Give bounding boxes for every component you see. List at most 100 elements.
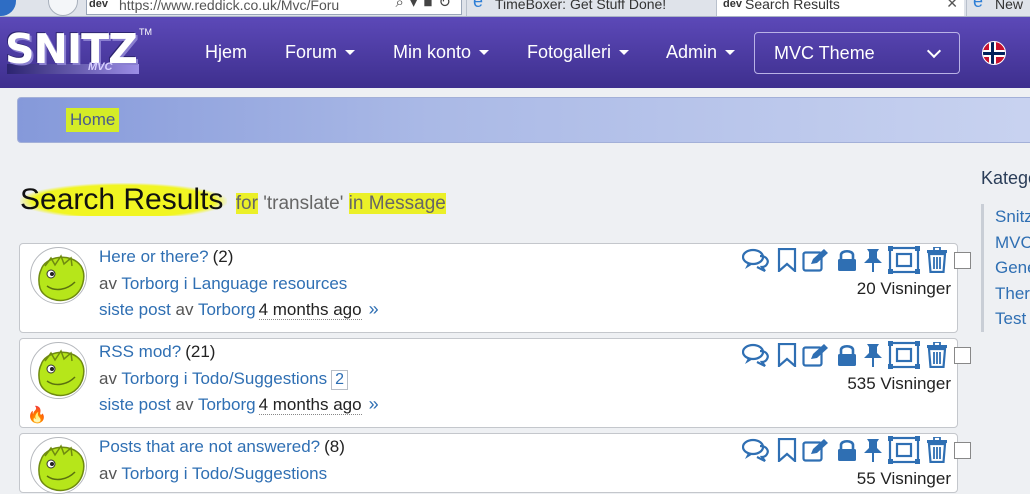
category-item[interactable]: Gene xyxy=(995,255,1030,281)
category-item[interactable]: Test xyxy=(995,306,1030,332)
site-favicon-icon: dev xyxy=(89,0,108,10)
forward-icon[interactable] xyxy=(48,0,78,16)
author-link[interactable]: Torborg xyxy=(121,274,179,293)
topic-actions xyxy=(722,436,971,464)
select-topic-checkbox[interactable] xyxy=(954,252,971,269)
search-term: 'translate' xyxy=(263,193,344,214)
bookmark-icon[interactable] xyxy=(776,342,798,369)
theme-select[interactable]: MVC Theme xyxy=(754,32,960,74)
move-topic-icon[interactable] xyxy=(888,341,920,369)
edit-icon[interactable] xyxy=(802,438,830,462)
lock-icon[interactable] xyxy=(836,343,858,367)
author-link[interactable]: Torborg xyxy=(121,464,179,483)
lock-icon[interactable] xyxy=(836,248,858,272)
page-title: Search Results for 'translate' in Messag… xyxy=(20,183,446,217)
reply-count: (8) xyxy=(324,437,345,456)
edit-icon[interactable] xyxy=(802,343,830,367)
topic-link[interactable]: Here or there? xyxy=(99,247,209,266)
browser-tab-timeboxer[interactable]: e TimeBoxer: Get Stuff Done! xyxy=(466,0,714,16)
close-tab-icon[interactable]: ✕ xyxy=(946,0,958,11)
avatar[interactable] xyxy=(30,342,87,399)
address-text: https://www.reddick.co.uk/Mvc/Foru xyxy=(119,0,340,13)
category-item[interactable]: Ther xyxy=(995,281,1030,307)
last-author-link[interactable]: Torborg xyxy=(198,395,256,414)
goto-last-post-icon[interactable]: » xyxy=(369,299,379,319)
avatar[interactable] xyxy=(30,247,87,304)
nav-forum-label: Forum xyxy=(285,42,338,62)
browser-tab-search-results[interactable]: dev Search Results ✕ xyxy=(716,0,964,16)
last-post-link[interactable]: siste post xyxy=(99,395,171,414)
breadcrumb-home[interactable]: Home xyxy=(66,108,120,132)
in-word: i xyxy=(183,369,188,388)
ie-icon: e xyxy=(473,0,484,11)
topic-author-line: av Torborg i Todo/Suggestions 2 xyxy=(99,369,349,390)
back-icon[interactable] xyxy=(0,0,16,16)
forum-link[interactable]: Todo/Suggestions xyxy=(192,369,327,388)
caret-down-icon xyxy=(725,50,736,55)
delete-icon[interactable] xyxy=(926,246,948,274)
in-word: i xyxy=(183,274,188,293)
address-controls-icon[interactable]: ⌕▾■↻ xyxy=(395,0,457,11)
by-word: av xyxy=(175,300,194,319)
norway-flag-icon[interactable] xyxy=(982,41,1006,65)
topic-card: 🔥 RSS mod? (21) av Torborg i Todo/Suggest… xyxy=(19,338,971,428)
view-count: 535 Visninger xyxy=(847,374,951,393)
last-post-link[interactable]: siste post xyxy=(99,300,171,319)
page-link[interactable]: 2 xyxy=(331,370,349,390)
nav-account-label: Min konto xyxy=(393,42,472,62)
view-count: 20 Visninger xyxy=(856,279,951,298)
category-item[interactable]: Snitz xyxy=(995,204,1030,230)
topic-link[interactable]: RSS mod? xyxy=(99,342,181,361)
browser-tab-new[interactable]: e New xyxy=(966,0,1030,16)
chevron-down-icon xyxy=(926,43,942,59)
move-topic-icon[interactable] xyxy=(888,436,920,464)
lock-icon[interactable] xyxy=(836,438,858,462)
topic-actions xyxy=(722,341,971,369)
edit-icon[interactable] xyxy=(802,248,830,272)
by-word: av xyxy=(99,369,117,388)
last-author-link[interactable]: Torborg xyxy=(198,300,256,319)
topic-author-line: av Torborg i Todo/Suggestions xyxy=(99,464,327,484)
top-navbar: SNITZ TM MVC Hjem Forum Min konto Fotoga… xyxy=(0,17,1030,88)
select-topic-checkbox[interactable] xyxy=(954,442,971,459)
category-item[interactable]: MVC xyxy=(995,230,1030,256)
nav-admin-label: Admin xyxy=(666,42,718,62)
nav-home[interactable]: Hjem xyxy=(205,42,247,63)
nav-account[interactable]: Min konto xyxy=(393,42,490,63)
move-topic-icon[interactable] xyxy=(888,246,920,274)
nav-gallery-label: Fotogalleri xyxy=(527,42,612,62)
logo-sub: MVC xyxy=(88,61,113,73)
comments-icon[interactable] xyxy=(741,248,770,272)
for-word: for xyxy=(235,193,258,214)
address-bar[interactable]: dev https://www.reddick.co.uk/Mvc/Foru ⌕… xyxy=(86,0,462,15)
caret-down-icon xyxy=(619,50,630,55)
comments-icon[interactable] xyxy=(741,343,770,367)
forum-link[interactable]: Todo/Suggestions xyxy=(192,464,327,483)
select-topic-checkbox[interactable] xyxy=(954,347,971,364)
logo-tm: TM xyxy=(139,27,152,37)
comments-icon[interactable] xyxy=(741,438,770,462)
forum-link[interactable]: Language resources xyxy=(192,274,347,293)
bookmark-icon[interactable] xyxy=(776,247,798,274)
delete-icon[interactable] xyxy=(926,436,948,464)
avatar[interactable] xyxy=(30,437,87,494)
bookmark-icon[interactable] xyxy=(776,437,798,464)
by-word: av xyxy=(99,274,117,293)
nav-forum[interactable]: Forum xyxy=(285,42,356,63)
goto-last-post-icon[interactable]: » xyxy=(369,394,379,414)
pin-icon[interactable] xyxy=(862,343,884,367)
snitz-logo[interactable]: SNITZ TM MVC xyxy=(5,25,152,79)
author-link[interactable]: Torborg xyxy=(121,369,179,388)
in-word: i xyxy=(183,464,188,483)
nav-gallery[interactable]: Fotogalleri xyxy=(527,42,630,63)
reply-count: (21) xyxy=(185,342,216,361)
topic-title: RSS mod? (21) xyxy=(99,342,215,362)
delete-icon[interactable] xyxy=(926,341,948,369)
browser-chrome: dev https://www.reddick.co.uk/Mvc/Foru ⌕… xyxy=(0,0,1030,17)
topic-link[interactable]: Posts that are not answered? xyxy=(99,437,320,456)
nav-admin[interactable]: Admin xyxy=(666,42,736,63)
ie-icon: e xyxy=(973,0,984,11)
pin-icon[interactable] xyxy=(862,438,884,462)
search-scope: Message xyxy=(368,193,446,214)
pin-icon[interactable] xyxy=(862,248,884,272)
